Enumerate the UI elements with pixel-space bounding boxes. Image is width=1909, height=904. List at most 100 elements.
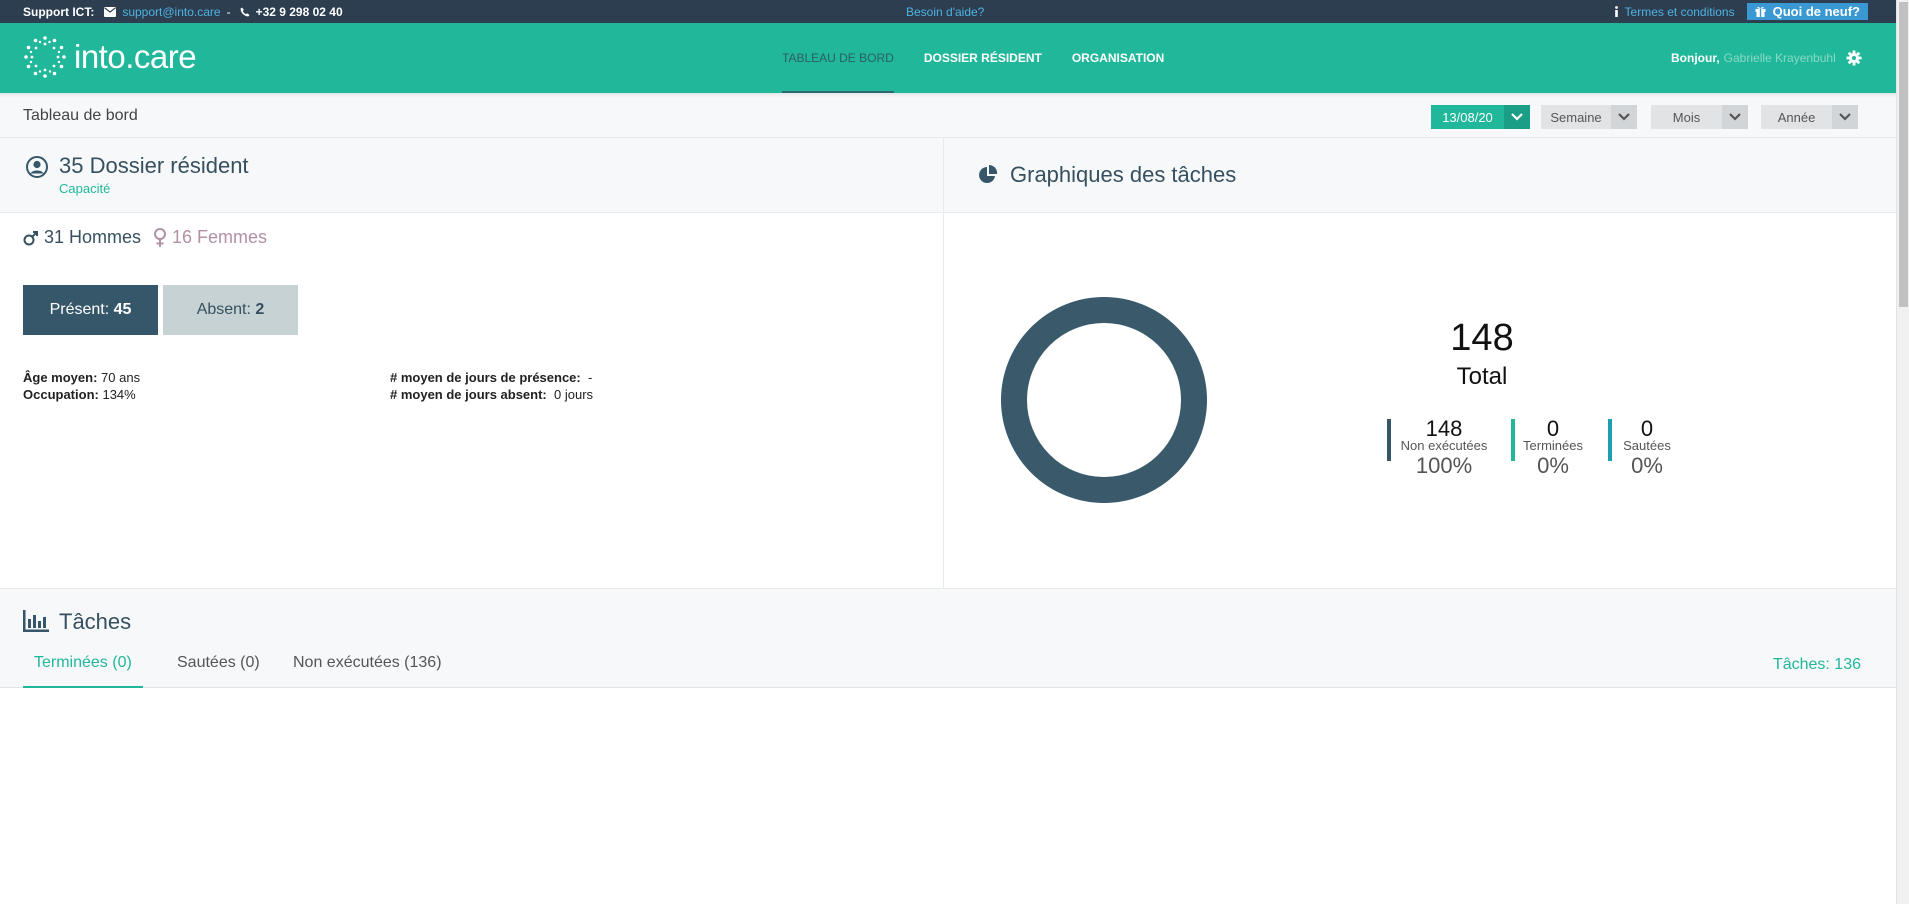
week-select-value: Semaine bbox=[1541, 105, 1611, 129]
legend-label: Non exécutées bbox=[1400, 438, 1488, 453]
legend-label: Terminées bbox=[1523, 438, 1583, 453]
legend-sautees: 0 Sautées 0% bbox=[1608, 416, 1682, 478]
scrollbar-thumb[interactable] bbox=[1899, 2, 1908, 307]
men-label: 31 Hommes bbox=[44, 227, 142, 247]
bar-chart-icon bbox=[23, 610, 49, 632]
logo-icon bbox=[24, 36, 66, 78]
male-icon bbox=[23, 230, 38, 245]
legend-percent: 0% bbox=[1537, 453, 1569, 478]
avg-age-value: 70 ans bbox=[101, 370, 141, 385]
terms-link[interactable]: Termes et conditions bbox=[1614, 5, 1735, 19]
support-email-link[interactable]: support@into.care bbox=[122, 5, 220, 19]
tab-sautees[interactable]: Sautées (0) bbox=[177, 654, 260, 688]
tasks-list bbox=[0, 688, 1896, 904]
avg-age-stat: Âge moyen: 70 ans bbox=[23, 370, 140, 385]
gear-icon[interactable] bbox=[1846, 50, 1862, 66]
main-nav: TABLEAU DE BORD DOSSIER RÉSIDENT ORGANIS… bbox=[782, 23, 1194, 93]
residents-panel: 31 Hommes 16 Femmes Présent: 45 Absent: … bbox=[0, 213, 944, 588]
tasks-section: Tâches Terminées (0) Sautées (0) Non exé… bbox=[0, 588, 1896, 688]
support-bar: Support ICT: support@into.care - +32 9 2… bbox=[0, 0, 1896, 23]
main-header: into.care TABLEAU DE BORD DOSSIER RÉSIDE… bbox=[0, 23, 1896, 93]
month-select-value: Mois bbox=[1651, 105, 1722, 129]
avg-presence-value: - bbox=[587, 370, 593, 385]
women-label: 16 Femmes bbox=[172, 227, 268, 247]
female-icon bbox=[154, 227, 166, 247]
residents-subtitle: Capacité bbox=[59, 181, 111, 196]
date-select[interactable]: 13/08/20 bbox=[1431, 105, 1530, 129]
avg-absent-value: 0 jours bbox=[554, 387, 594, 402]
chevron-down-icon bbox=[1839, 113, 1851, 121]
absent-label: Absent: bbox=[196, 301, 251, 318]
present-label: Présent: bbox=[49, 301, 110, 318]
occupation-value: 134% bbox=[102, 387, 136, 402]
avg-presence-label: # moyen de jours de présence: bbox=[390, 370, 581, 385]
avg-absent-label: # moyen de jours absent: bbox=[390, 387, 547, 402]
greeting-label: Bonjour, bbox=[1671, 51, 1720, 65]
page-title: Tableau de bord bbox=[23, 107, 138, 124]
present-button[interactable]: Présent: 45 bbox=[23, 285, 158, 335]
page: Support ICT: support@into.care - +32 9 2… bbox=[0, 0, 1909, 904]
separator: - bbox=[226, 4, 231, 19]
legend-non-executees: 148 Non exécutées 100% bbox=[1387, 416, 1497, 478]
logo[interactable]: into.care bbox=[22, 34, 197, 80]
task-chart-panel: 148 Total 148 Non exécutées 100% 0 Termi… bbox=[944, 213, 1896, 588]
tab-terminees[interactable]: Terminées (0) bbox=[23, 654, 143, 688]
year-select[interactable]: Année bbox=[1761, 105, 1858, 129]
date-select-value: 13/08/20 bbox=[1431, 105, 1504, 129]
filter-bar: Tableau de bord 13/08/20 Semaine Mois An… bbox=[0, 93, 1896, 138]
task-chart-header: Graphiques des tâches bbox=[944, 138, 1896, 213]
legend-percent: 100% bbox=[1415, 453, 1473, 478]
chevron-down-icon bbox=[1511, 113, 1523, 121]
support-label: Support ICT: bbox=[23, 4, 95, 19]
nav-organisation[interactable]: ORGANISATION bbox=[1072, 23, 1164, 93]
user-name: Gabrielle Krayenbuhl bbox=[1723, 51, 1836, 65]
residents-title: 35 Dossier résident bbox=[59, 153, 249, 178]
week-select[interactable]: Semaine bbox=[1541, 105, 1637, 129]
legend-terminees: 0 Terminées 0% bbox=[1511, 416, 1591, 478]
task-total-label: Total bbox=[1456, 363, 1508, 390]
tasks-count: Tâches: 136 bbox=[1772, 656, 1861, 673]
residents-header: 35 Dossier résident Capacité bbox=[0, 138, 944, 213]
pie-chart-icon bbox=[979, 165, 998, 183]
support-phone: +32 9 298 02 40 bbox=[255, 4, 343, 19]
whats-new-button[interactable]: Quoi de neuf? bbox=[1746, 3, 1868, 20]
phone-icon bbox=[240, 7, 250, 16]
page-scrollbar[interactable] bbox=[1896, 0, 1909, 904]
avg-age-label: Âge moyen: bbox=[23, 370, 98, 385]
tab-non-executees[interactable]: Non exécutées (136) bbox=[293, 654, 442, 688]
user-greeting[interactable]: Bonjour, Gabrielle Krayenbuhl bbox=[1671, 23, 1836, 93]
logo-text: into.care bbox=[74, 38, 197, 75]
nav-tableau-de-bord[interactable]: TABLEAU DE BORD bbox=[782, 23, 894, 93]
women-count: 16 Femmes bbox=[153, 227, 267, 248]
chevron-down-icon bbox=[1729, 113, 1741, 121]
help-link[interactable]: Besoin d'aide? bbox=[906, 5, 984, 19]
whats-new-label: Quoi de neuf? bbox=[1772, 4, 1860, 19]
men-count: 31 Hommes bbox=[23, 227, 141, 248]
avg-presence-stat: # moyen de jours de présence: - bbox=[390, 370, 592, 385]
month-select[interactable]: Mois bbox=[1651, 105, 1748, 129]
avg-absent-stat: # moyen de jours absent: 0 jours bbox=[390, 387, 593, 402]
legend-label: Sautées bbox=[1623, 438, 1671, 453]
task-total-count: 148 bbox=[1450, 317, 1514, 359]
chevron-down-icon bbox=[1618, 113, 1630, 121]
nav-dossier-resident[interactable]: DOSSIER RÉSIDENT bbox=[924, 23, 1042, 93]
absent-button[interactable]: Absent: 2 bbox=[163, 285, 298, 335]
gift-icon bbox=[1755, 6, 1766, 17]
occupation-stat: Occupation: 134% bbox=[23, 387, 136, 402]
terms-label: Termes et conditions bbox=[1624, 4, 1735, 19]
present-count: 45 bbox=[113, 301, 132, 318]
tasks-title: Tâches bbox=[59, 609, 132, 634]
legend-percent: 0% bbox=[1631, 453, 1663, 478]
legend-count: 148 bbox=[1425, 416, 1463, 441]
task-donut-chart bbox=[1001, 297, 1207, 503]
year-select-value: Année bbox=[1761, 105, 1832, 129]
envelope-icon bbox=[104, 6, 117, 17]
task-chart-title: Graphiques des tâches bbox=[1010, 162, 1237, 187]
absent-count: 2 bbox=[255, 301, 265, 318]
user-circle-icon bbox=[26, 156, 48, 178]
occupation-label: Occupation: bbox=[23, 387, 99, 402]
legend-count: 0 bbox=[1640, 416, 1654, 441]
main-area: Support ICT: support@into.care - +32 9 2… bbox=[0, 0, 1896, 904]
info-icon bbox=[1614, 6, 1618, 17]
legend-count: 0 bbox=[1546, 416, 1560, 441]
